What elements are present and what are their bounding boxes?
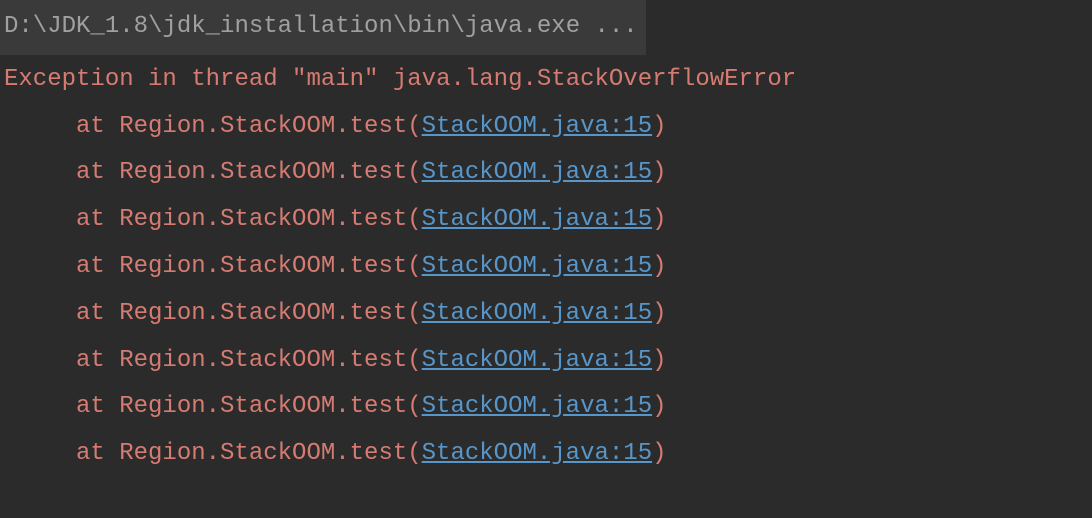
trace-prefix: at Region.StackOOM.test( (76, 206, 422, 233)
stack-trace-line: at Region.StackOOM.test(StackOOM.java:15… (4, 291, 1088, 338)
trace-suffix: ) (652, 393, 666, 420)
trace-suffix: ) (652, 300, 666, 327)
trace-prefix: at Region.StackOOM.test( (76, 393, 422, 420)
source-link[interactable]: StackOOM.java:15 (422, 300, 652, 327)
trace-prefix: at Region.StackOOM.test( (76, 347, 422, 374)
stack-trace-line: at Region.StackOOM.test(StackOOM.java:15… (4, 104, 1088, 151)
trace-prefix: at Region.StackOOM.test( (76, 440, 422, 467)
trace-suffix: ) (652, 253, 666, 280)
stack-trace-line: at Region.StackOOM.test(StackOOM.java:15… (4, 338, 1088, 385)
stack-trace-line: at Region.StackOOM.test(StackOOM.java:15… (4, 150, 1088, 197)
trace-prefix: at Region.StackOOM.test( (76, 159, 422, 186)
trace-prefix: at Region.StackOOM.test( (76, 253, 422, 280)
source-link[interactable]: StackOOM.java:15 (422, 253, 652, 280)
source-link[interactable]: StackOOM.java:15 (422, 393, 652, 420)
stack-trace-line: at Region.StackOOM.test(StackOOM.java:15… (4, 244, 1088, 291)
trace-prefix: at Region.StackOOM.test( (76, 113, 422, 140)
stack-trace-line: at Region.StackOOM.test(StackOOM.java:15… (4, 384, 1088, 431)
source-link[interactable]: StackOOM.java:15 (422, 440, 652, 467)
stack-trace-line: at Region.StackOOM.test(StackOOM.java:15… (4, 431, 1088, 478)
trace-prefix: at Region.StackOOM.test( (76, 300, 422, 327)
source-link[interactable]: StackOOM.java:15 (422, 347, 652, 374)
console-output: Exception in thread "main" java.lang.Sta… (0, 57, 1092, 478)
exception-message: Exception in thread "main" java.lang.Sta… (4, 57, 1088, 104)
command-line: D:\JDK_1.8\jdk_installation\bin\java.exe… (0, 0, 646, 55)
source-link[interactable]: StackOOM.java:15 (422, 159, 652, 186)
trace-suffix: ) (652, 206, 666, 233)
trace-suffix: ) (652, 159, 666, 186)
trace-suffix: ) (652, 440, 666, 467)
source-link[interactable]: StackOOM.java:15 (422, 113, 652, 140)
trace-suffix: ) (652, 347, 666, 374)
source-link[interactable]: StackOOM.java:15 (422, 206, 652, 233)
stack-trace-line: at Region.StackOOM.test(StackOOM.java:15… (4, 197, 1088, 244)
trace-suffix: ) (652, 113, 666, 140)
